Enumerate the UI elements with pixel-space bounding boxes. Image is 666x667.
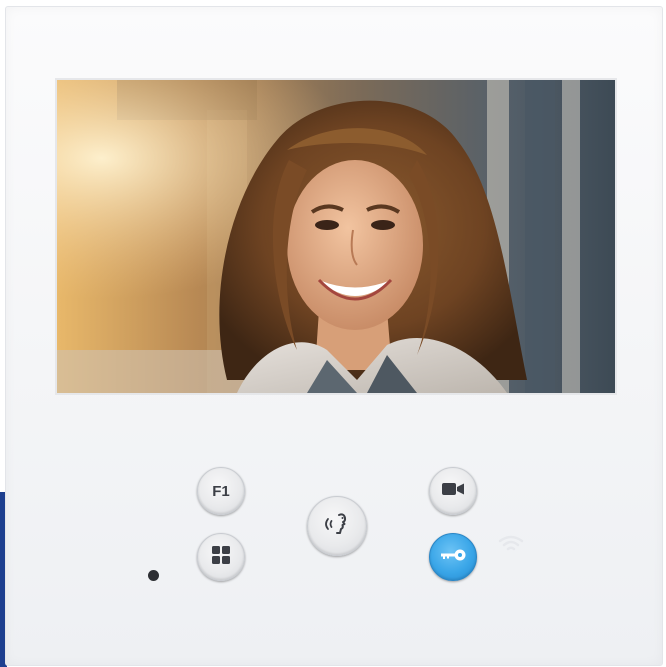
grid-icon bbox=[211, 545, 231, 570]
talk-icon bbox=[322, 509, 352, 544]
door-open-button[interactable] bbox=[429, 533, 477, 581]
wifi-icon bbox=[498, 535, 524, 558]
visitor-video-feed bbox=[57, 80, 615, 393]
video-camera-icon bbox=[441, 481, 465, 502]
video-button[interactable] bbox=[429, 467, 477, 515]
f1-button[interactable]: F1 bbox=[197, 467, 245, 515]
f1-label: F1 bbox=[212, 482, 230, 500]
talk-button[interactable] bbox=[307, 496, 367, 556]
menu-button[interactable] bbox=[197, 533, 245, 581]
key-icon bbox=[439, 548, 467, 567]
video-screen bbox=[57, 80, 615, 393]
wifi-indicator bbox=[498, 534, 524, 554]
mic-hole bbox=[148, 570, 159, 581]
